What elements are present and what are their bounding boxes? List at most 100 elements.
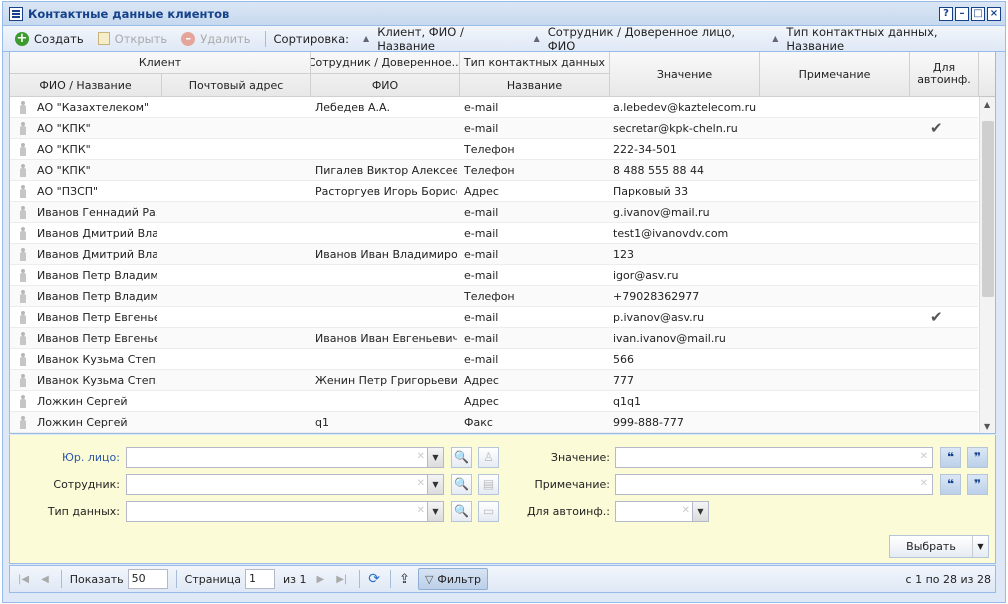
legal-entity-combo[interactable]: ✕ ▼ bbox=[126, 447, 444, 468]
clear-icon[interactable]: ✕ bbox=[417, 451, 425, 462]
cell-client: Иванов Дмитрий Вла... bbox=[37, 248, 157, 261]
cell-value: 566 bbox=[613, 353, 634, 366]
table-row[interactable]: Иванов Дмитрий Вла... e-mail test1@ivanovd… bbox=[10, 223, 978, 244]
header-client-name[interactable]: ФИО / Название bbox=[10, 74, 162, 97]
table-row[interactable]: АО "Казахтелеком" Лебедев А.А. e-mail a.leb… bbox=[10, 97, 978, 118]
table-row[interactable]: АО "ПЗСП" Расторгуев Игорь Борисо... Адрес… bbox=[10, 181, 978, 202]
sort-type-button[interactable]: ▲ Тип контактных данных, Название bbox=[772, 25, 991, 53]
cell-type: e-mail bbox=[464, 332, 499, 345]
cell-client: АО "КПК" bbox=[37, 122, 91, 135]
contacts-icon bbox=[9, 6, 23, 21]
page-label: Страница bbox=[184, 572, 242, 586]
cell-client: Иванок Кузьма Степ... bbox=[37, 353, 157, 366]
last-page-icon[interactable]: ▶| bbox=[336, 574, 347, 585]
person-icon bbox=[20, 311, 26, 324]
id-card-icon[interactable]: ▤ bbox=[478, 474, 499, 495]
header-autoinform[interactable]: Для автоинф. bbox=[910, 52, 979, 97]
sort-employee-button[interactable]: ▲ Сотрудник / Доверенное лицо, ФИО bbox=[534, 25, 759, 53]
chevron-down-icon[interactable]: ▼ bbox=[692, 502, 708, 521]
chevron-down-icon[interactable]: ▼ bbox=[427, 448, 443, 467]
cell-employee: Лебедев А.А. bbox=[315, 101, 390, 114]
cell-client: АО "Казахтелеком" bbox=[37, 101, 150, 114]
header-type-name[interactable]: Название bbox=[460, 74, 610, 97]
quote-open-button[interactable]: ❝ bbox=[940, 447, 961, 468]
table-row[interactable]: Иванов Петр Владим... Телефон +79028362977 bbox=[10, 286, 978, 307]
page-size-input[interactable]: 50 bbox=[127, 569, 168, 589]
datatype-combo[interactable]: ✕ ▼ bbox=[126, 501, 444, 522]
header-employee-fio[interactable]: ФИО bbox=[311, 74, 460, 97]
table-row[interactable]: Иванов Петр Евгенье... e-mail p.ivanov@asv… bbox=[10, 307, 978, 328]
prev-page-icon[interactable]: ◀ bbox=[41, 574, 49, 585]
legal-entity-search-button[interactable]: 🔍 bbox=[451, 447, 472, 468]
export-icon[interactable]: ⇪ bbox=[399, 572, 410, 587]
clear-icon[interactable]: ✕ bbox=[417, 478, 425, 489]
table-row[interactable]: АО "КПК" Пигалев Виктор Алексее... Телефон… bbox=[10, 160, 978, 181]
note-input[interactable]: ✕ bbox=[615, 474, 933, 495]
table-row[interactable]: Иванов Дмитрий Вла... Иванов Иван Владими… bbox=[10, 244, 978, 265]
refresh-icon[interactable]: ⟳ bbox=[368, 571, 380, 587]
filter-panel: Юр. лицо: ✕ ▼ 🔍 ♙ Сотрудник: ✕ ▼ 🔍 ▤ Тип… bbox=[9, 435, 996, 564]
table-row[interactable]: АО "КПК" Телефон 222-34-501 bbox=[10, 139, 978, 160]
create-button[interactable]: + Создать bbox=[15, 31, 84, 46]
cell-client: Иванов Геннадий Ра... bbox=[37, 206, 157, 219]
datatype-search-button[interactable]: 🔍 bbox=[451, 501, 472, 522]
select-button[interactable]: Выбрать ▼ bbox=[889, 535, 989, 558]
cell-client: АО "КПК" bbox=[37, 164, 91, 177]
cell-value: ivan.ivanov@mail.ru bbox=[613, 332, 726, 345]
select-button-label: Выбрать bbox=[906, 540, 956, 553]
cell-employee bbox=[315, 265, 457, 286]
table-row[interactable]: Иванов Петр Владим... e-mail igor@asv.ru bbox=[10, 265, 978, 286]
card-icon[interactable]: ▭ bbox=[478, 501, 499, 522]
quote-close-button[interactable]: ❞ bbox=[967, 447, 988, 468]
open-button[interactable]: Открыть bbox=[97, 32, 167, 46]
table-row[interactable]: Иванок Кузьма Степ... e-mail 566 bbox=[10, 349, 978, 370]
clear-icon[interactable]: ✕ bbox=[417, 505, 425, 516]
table-row[interactable]: Иванов Геннадий Ра... e-mail g.ivanov@mail… bbox=[10, 202, 978, 223]
table-row[interactable]: Иванок Кузьма Степ... Женин Петр Григорье… bbox=[10, 370, 978, 391]
vertical-scrollbar[interactable]: ▲ ▼ bbox=[979, 97, 995, 433]
table-row[interactable]: Ложкин Сергей q1 Факс 999-888-777 bbox=[10, 412, 978, 433]
table-row[interactable]: Ложкин Сергей Адрес q1q1 bbox=[10, 391, 978, 412]
cell-employee bbox=[315, 391, 457, 412]
scroll-down-icon[interactable]: ▼ bbox=[984, 422, 990, 431]
table-row[interactable]: Иванов Петр Евгенье... Иванов Иван Евгень… bbox=[10, 328, 978, 349]
chevron-down-icon[interactable]: ▼ bbox=[427, 475, 443, 494]
delete-button[interactable]: – Удалить bbox=[181, 31, 251, 46]
first-page-icon[interactable]: |◀ bbox=[18, 574, 29, 585]
chevron-down-icon[interactable]: ▼ bbox=[972, 536, 988, 557]
quote-open-button[interactable]: ❝ bbox=[940, 474, 961, 495]
clear-icon[interactable]: ✕ bbox=[682, 505, 690, 516]
help-button[interactable]: ? bbox=[939, 6, 953, 21]
checkmark-icon: ✔ bbox=[930, 119, 943, 137]
cell-employee bbox=[315, 223, 457, 244]
scroll-thumb[interactable] bbox=[982, 121, 994, 297]
header-value[interactable]: Значение bbox=[610, 52, 760, 97]
header-postal-address[interactable]: Почтовый адрес bbox=[162, 74, 311, 97]
cell-type: e-mail bbox=[464, 122, 499, 135]
page-input[interactable]: 1 bbox=[245, 569, 276, 589]
maximize-button[interactable]: □ bbox=[971, 6, 985, 21]
table-row[interactable]: АО "КПК" e-mail secretar@kpk-cheln.ru ✔ bbox=[10, 118, 978, 139]
minimize-button[interactable]: – bbox=[955, 6, 969, 21]
next-page-icon[interactable]: ▶ bbox=[317, 574, 325, 585]
clear-icon[interactable]: ✕ bbox=[920, 451, 928, 462]
quote-close-button[interactable]: ❞ bbox=[967, 474, 988, 495]
cell-value: 123 bbox=[613, 248, 634, 261]
header-note[interactable]: Примечание bbox=[760, 52, 910, 97]
scroll-up-icon[interactable]: ▲ bbox=[984, 100, 990, 109]
sort-client-button[interactable]: ▲ Клиент, ФИО / Название bbox=[363, 25, 520, 53]
employee-label: Сотрудник: bbox=[53, 478, 120, 491]
header-group-employee: Сотрудник / Доверенное... bbox=[311, 52, 460, 74]
legal-entity-label[interactable]: Юр. лицо: bbox=[30, 451, 120, 464]
value-input[interactable]: ✕ bbox=[615, 447, 933, 468]
close-button[interactable]: × bbox=[987, 6, 1001, 21]
filter-toggle-button[interactable]: ▽ Фильтр bbox=[417, 568, 488, 590]
cell-employee bbox=[315, 202, 457, 223]
autoinform-combo[interactable]: ✕ ▼ bbox=[615, 501, 709, 522]
cell-employee bbox=[315, 139, 457, 160]
person-icon[interactable]: ♙ bbox=[478, 447, 499, 468]
employee-combo[interactable]: ✕ ▼ bbox=[126, 474, 444, 495]
clear-icon[interactable]: ✕ bbox=[920, 478, 928, 489]
employee-search-button[interactable]: 🔍 bbox=[451, 474, 472, 495]
chevron-down-icon[interactable]: ▼ bbox=[427, 502, 443, 521]
